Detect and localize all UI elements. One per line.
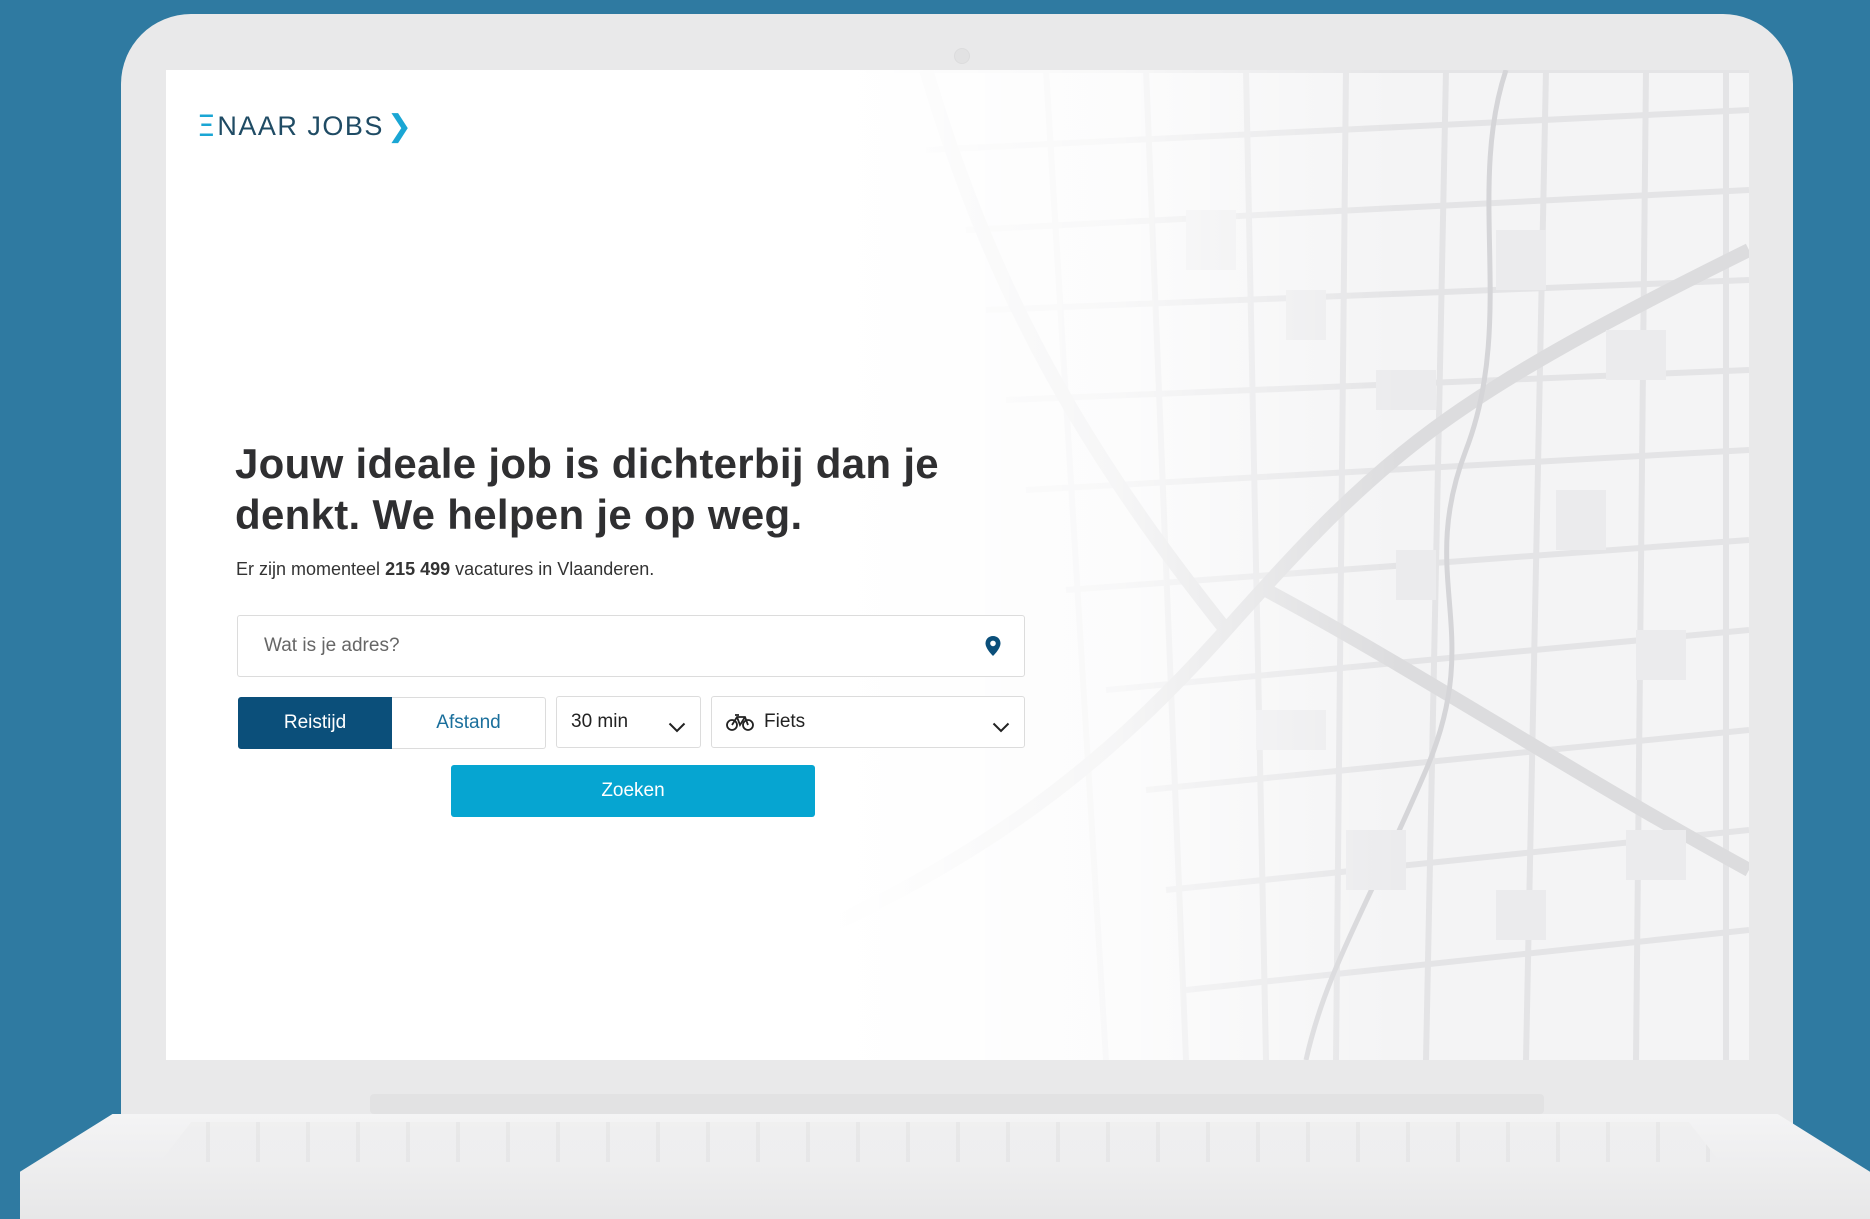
search-button[interactable]: Zoeken <box>451 765 815 817</box>
travel-criterion-toggle: Reistijd Afstand <box>238 697 546 749</box>
toggle-afstand[interactable]: Afstand <box>392 697 546 749</box>
webcam <box>954 48 970 64</box>
bicycle-icon <box>726 713 754 731</box>
location-pin-icon[interactable] <box>984 635 1002 657</box>
hero-headline: Jouw ideale job is dichterbij dan je den… <box>235 440 939 538</box>
laptop-keyboard <box>160 1122 1720 1162</box>
travel-time-value: 30 min <box>571 711 629 732</box>
logo-chevron-icon: ❯ <box>386 108 413 144</box>
address-field[interactable] <box>237 615 1025 677</box>
logo-mark-icon: Ξ <box>197 109 216 143</box>
laptop-screen: Ξ NAAR JOBS ❯ Jouw ideale job is dichter… <box>166 70 1749 1060</box>
transport-mode-value: Fiets <box>764 711 806 732</box>
laptop-hinge <box>370 1094 1544 1114</box>
subline-prefix: Er zijn momenteel <box>236 559 381 579</box>
vacancy-count-text: Er zijn momenteel 215 499 vacatures in V… <box>236 559 654 580</box>
vacancy-count: 215 499 <box>385 559 451 579</box>
address-input[interactable] <box>262 634 984 658</box>
travel-time-select[interactable]: 30 min <box>556 696 701 748</box>
transport-mode-select[interactable]: Fiets <box>711 696 1025 748</box>
toggle-reistijd[interactable]: Reistijd <box>238 697 392 749</box>
logo-text: NAAR JOBS <box>217 110 384 141</box>
site-logo[interactable]: Ξ NAAR JOBS ❯ <box>197 106 412 146</box>
subline-suffix: vacatures in Vlaanderen. <box>455 559 655 579</box>
chevron-down-icon <box>992 717 1010 732</box>
chevron-down-icon <box>668 717 686 732</box>
